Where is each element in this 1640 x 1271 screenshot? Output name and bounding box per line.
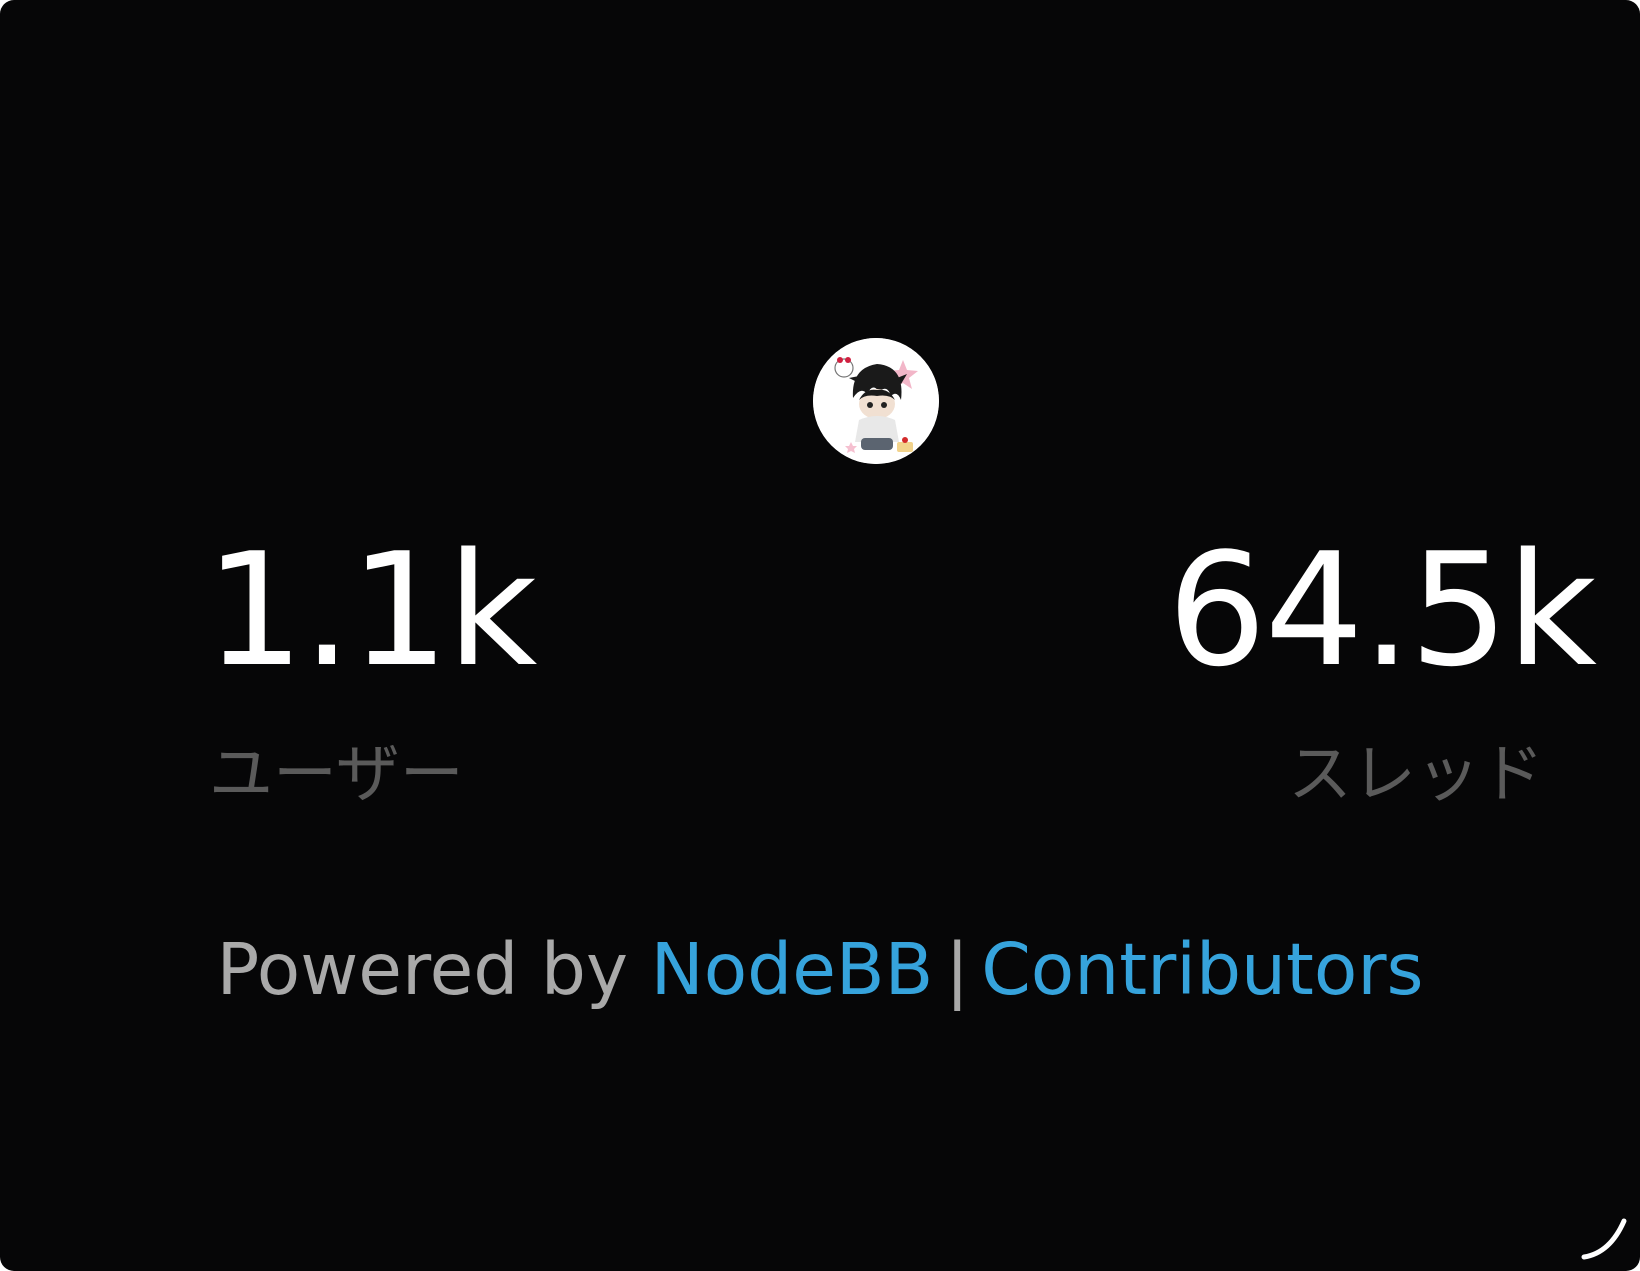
footer: Powered by NodeBB | Contributors	[0, 930, 1640, 1010]
forum-logo-avatar[interactable]	[813, 338, 939, 464]
screen: 1.1k ユーザー 64.5k スレッド Powered by NodeBB | C…	[0, 0, 1640, 1271]
nodebb-link[interactable]: NodeBB	[651, 928, 934, 1011]
resize-handle-icon[interactable]	[1578, 1211, 1634, 1263]
threads-count: 64.5k	[1167, 519, 1597, 701]
users-label: ユーザー	[209, 738, 464, 812]
contributors-link[interactable]: Contributors	[981, 928, 1423, 1011]
users-count: 1.1k	[205, 519, 537, 701]
threads-label: スレッド	[1288, 738, 1544, 812]
powered-by-text: Powered by	[216, 928, 628, 1011]
avatar-figure-icon	[813, 338, 939, 464]
footer-separator: |	[945, 928, 970, 1011]
